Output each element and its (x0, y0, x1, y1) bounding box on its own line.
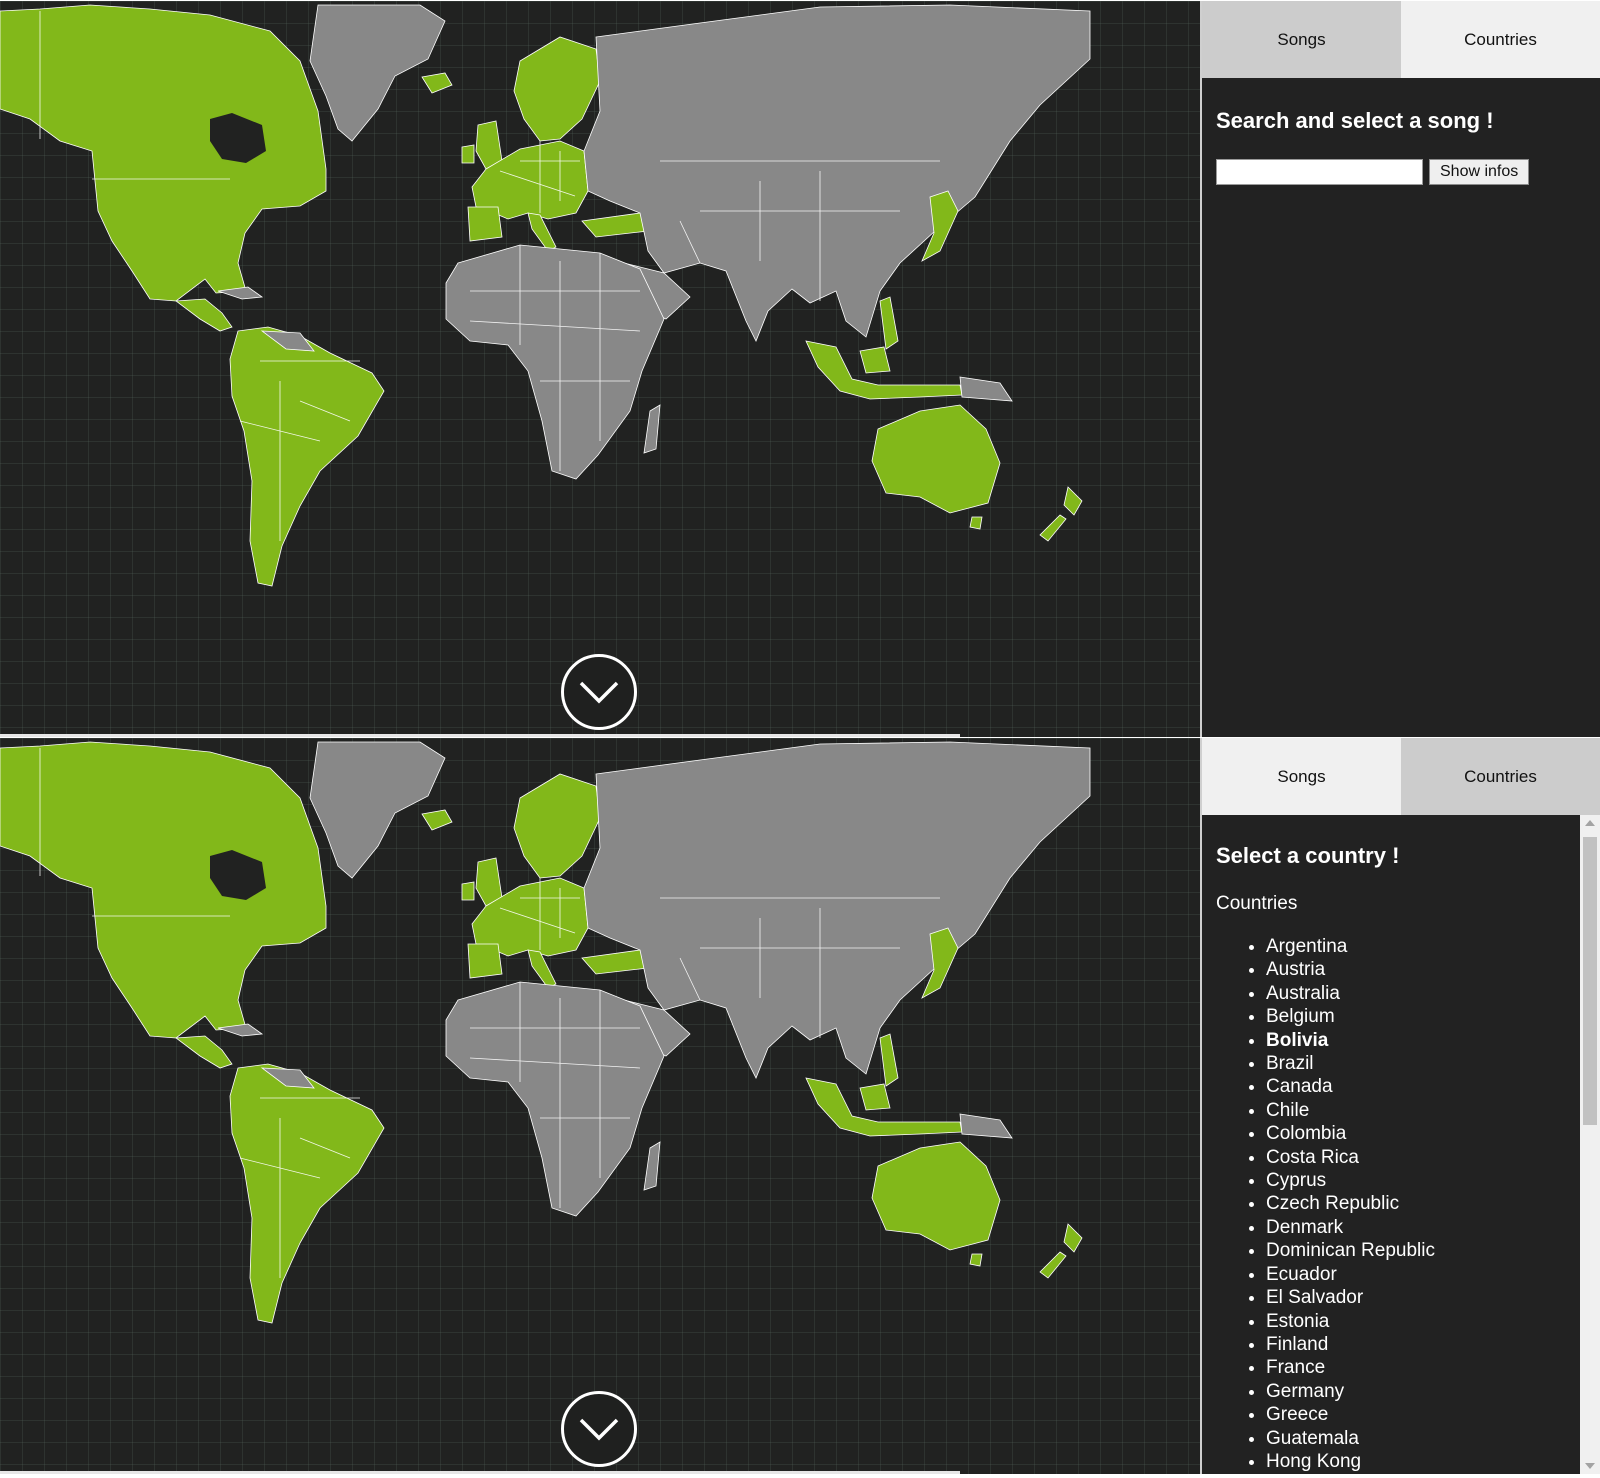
sidebar: Songs Countries Select a country ! Count… (1200, 738, 1600, 1474)
country-item[interactable]: Finland (1266, 1333, 1586, 1356)
country-item[interactable]: France (1266, 1356, 1586, 1379)
country-item[interactable]: Cyprus (1266, 1169, 1586, 1192)
show-infos-button[interactable]: Show infos (1429, 159, 1530, 185)
sidebar: Songs Countries Search and select a song… (1200, 1, 1600, 737)
scroll-down-arrow-icon[interactable] (1585, 1463, 1595, 1469)
world-map-svg[interactable] (0, 1, 1200, 737)
country-item[interactable]: Germany (1266, 1380, 1586, 1403)
chevron-down-icon (579, 681, 619, 704)
countries-panel: Select a country ! Countries ArgentinaAu… (1202, 815, 1600, 1474)
country-item[interactable]: Ecuador (1266, 1263, 1586, 1286)
country-item[interactable]: El Salvador (1266, 1286, 1586, 1309)
world-map-svg[interactable] (0, 738, 1200, 1474)
scroll-up-arrow-icon[interactable] (1585, 820, 1595, 826)
country-item[interactable]: Colombia (1266, 1122, 1586, 1145)
tab-bar: Songs Countries (1202, 738, 1600, 815)
scroll-down-button[interactable] (561, 1391, 637, 1467)
tab-bar: Songs Countries (1202, 1, 1600, 78)
chevron-down-icon (579, 1418, 619, 1441)
tab-songs[interactable]: Songs (1202, 1, 1401, 78)
country-item[interactable]: Brazil (1266, 1052, 1586, 1075)
country-item[interactable]: Chile (1266, 1099, 1586, 1122)
scrollbar-thumb[interactable] (1583, 837, 1597, 1125)
song-search-input[interactable] (1216, 159, 1423, 185)
world-map[interactable] (0, 1, 1200, 737)
scroll-down-button[interactable] (561, 654, 637, 730)
country-item[interactable]: Denmark (1266, 1216, 1586, 1239)
country-item[interactable]: Costa Rica (1266, 1146, 1586, 1169)
songs-view: Songs Countries Search and select a song… (0, 1, 1600, 737)
country-item[interactable]: Guatemala (1266, 1427, 1586, 1450)
country-item[interactable]: Bolivia (1266, 1029, 1586, 1052)
countries-title: Select a country ! (1216, 843, 1400, 868)
country-item[interactable]: Estonia (1266, 1310, 1586, 1333)
tab-countries[interactable]: Countries (1401, 1, 1600, 78)
country-item[interactable]: Greece (1266, 1403, 1586, 1426)
country-item[interactable]: Dominican Republic (1266, 1239, 1586, 1262)
countries-list-label: Countries (1216, 893, 1298, 914)
country-item[interactable]: Austria (1266, 958, 1586, 981)
map-bottom-strip (0, 734, 960, 737)
songs-panel: Search and select a song ! Show infos (1202, 78, 1600, 185)
country-item[interactable]: Czech Republic (1266, 1192, 1586, 1215)
country-list: ArgentinaAustriaAustraliaBelgiumBoliviaB… (1216, 935, 1586, 1473)
country-item[interactable]: Canada (1266, 1075, 1586, 1098)
tab-songs[interactable]: Songs (1202, 738, 1401, 815)
map-bottom-strip (0, 1471, 960, 1474)
tab-countries[interactable]: Countries (1401, 738, 1600, 815)
country-item[interactable]: Hong Kong (1266, 1450, 1586, 1473)
country-item[interactable]: Argentina (1266, 935, 1586, 958)
songs-title: Search and select a song ! (1216, 108, 1494, 133)
scrollbar[interactable] (1580, 815, 1600, 1474)
country-item[interactable]: Belgium (1266, 1005, 1586, 1028)
country-item[interactable]: Australia (1266, 982, 1586, 1005)
world-map[interactable] (0, 738, 1200, 1474)
song-search-row: Show infos (1216, 159, 1586, 185)
countries-view: Songs Countries Select a country ! Count… (0, 738, 1600, 1474)
